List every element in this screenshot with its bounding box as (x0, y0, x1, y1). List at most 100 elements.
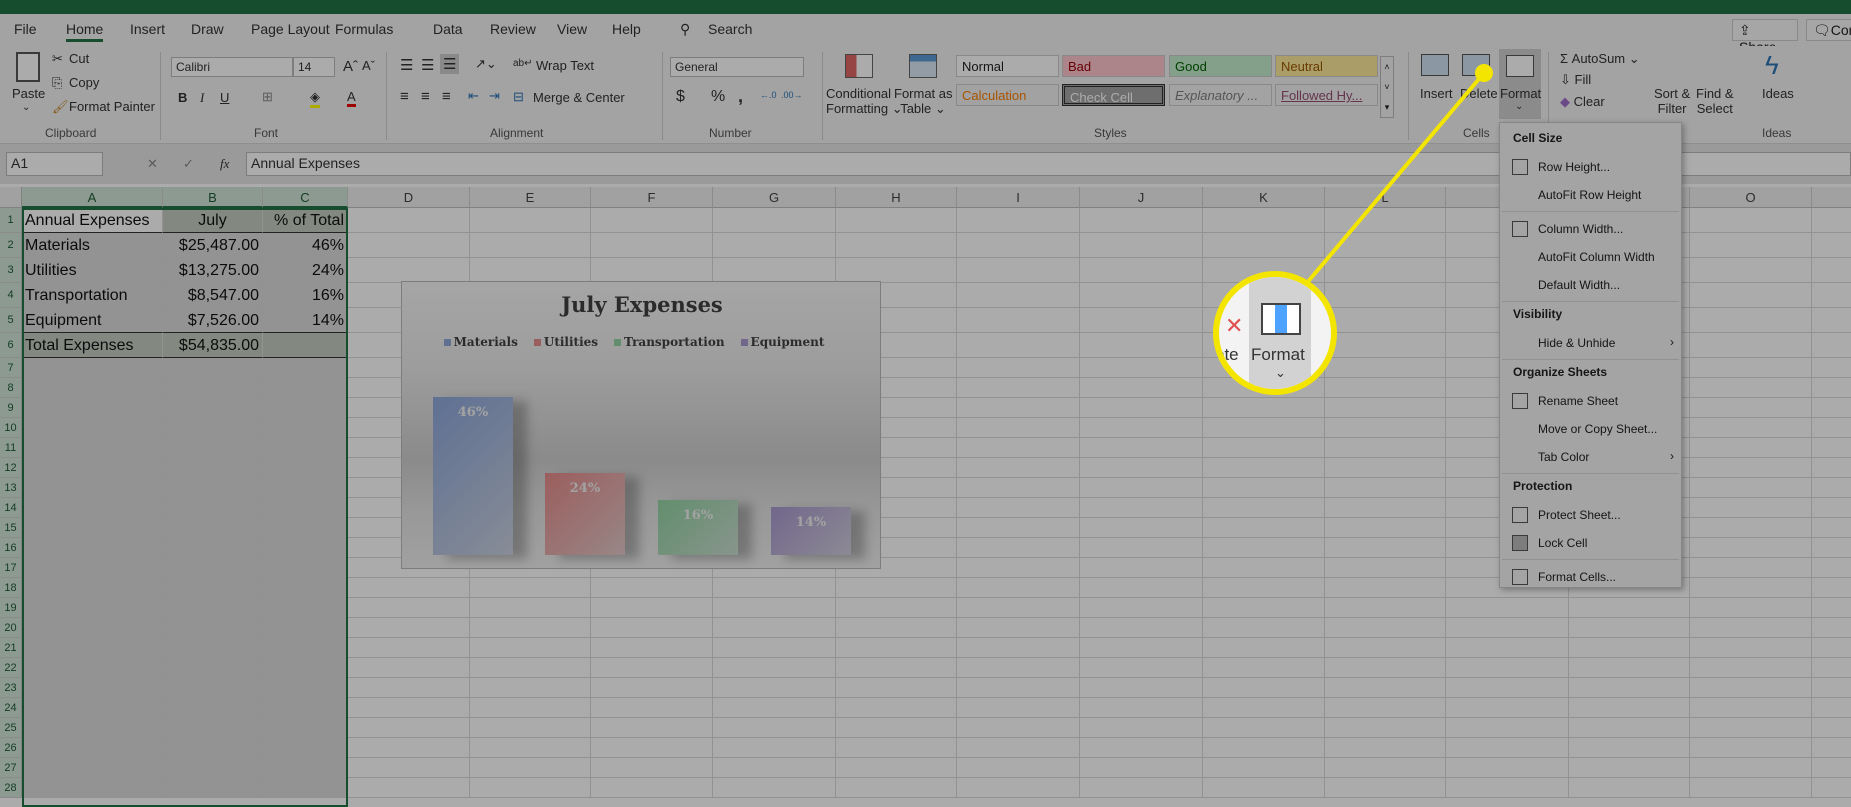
cell[interactable] (470, 258, 591, 283)
cell[interactable] (1203, 678, 1325, 698)
cell[interactable] (1080, 738, 1203, 758)
cell[interactable] (1569, 678, 1690, 698)
cell[interactable] (713, 258, 836, 283)
cell[interactable] (1203, 658, 1325, 678)
cell[interactable] (22, 758, 163, 778)
cell[interactable] (1690, 458, 1812, 478)
cell[interactable] (1812, 438, 1851, 458)
cell[interactable] (1325, 258, 1446, 283)
cell[interactable] (22, 658, 163, 678)
cell[interactable] (591, 618, 713, 638)
cell[interactable] (1690, 638, 1812, 658)
cell[interactable] (1446, 638, 1569, 658)
cell[interactable] (1569, 598, 1690, 618)
format-button[interactable]: Format ⌄ (1499, 49, 1541, 119)
cell[interactable] (1080, 283, 1203, 308)
cell[interactable] (1690, 308, 1812, 333)
cell[interactable] (1203, 698, 1325, 718)
cell[interactable] (591, 718, 713, 738)
menu-item-autofit-row-height[interactable]: AutoFit Row Height (1502, 181, 1679, 209)
cell[interactable] (1812, 458, 1851, 478)
row-header[interactable]: 8 (0, 378, 22, 398)
cell[interactable] (1569, 778, 1690, 798)
row-header[interactable]: 18 (0, 578, 22, 598)
increase-font-icon[interactable]: Aˆ (343, 58, 358, 75)
cell[interactable] (348, 658, 470, 678)
cell[interactable] (163, 658, 263, 678)
cell[interactable] (163, 518, 263, 538)
cell[interactable] (1325, 738, 1446, 758)
column-header-g[interactable]: G (713, 187, 836, 208)
cell[interactable] (470, 658, 591, 678)
cell[interactable] (163, 478, 263, 498)
cell[interactable] (1812, 518, 1851, 538)
cell[interactable] (348, 598, 470, 618)
comma-button[interactable]: , (738, 86, 743, 107)
cell[interactable] (1325, 358, 1446, 378)
cell[interactable] (22, 538, 163, 558)
cell[interactable] (1325, 578, 1446, 598)
row-header[interactable]: 28 (0, 778, 22, 798)
row-header[interactable]: 13 (0, 478, 22, 498)
paste-button[interactable]: Paste (12, 86, 45, 101)
cell[interactable] (1080, 658, 1203, 678)
cell[interactable] (1080, 598, 1203, 618)
cell[interactable] (836, 738, 957, 758)
cell[interactable] (1812, 308, 1851, 333)
cell[interactable] (836, 778, 957, 798)
cell-style-normal[interactable]: Normal (956, 55, 1059, 77)
cell[interactable] (22, 678, 163, 698)
delete-button[interactable]: Delete (1460, 86, 1498, 101)
cell[interactable] (1080, 578, 1203, 598)
cell[interactable] (1080, 718, 1203, 738)
cell[interactable] (957, 598, 1080, 618)
cell[interactable] (1690, 738, 1812, 758)
cell[interactable] (22, 518, 163, 538)
cell[interactable] (263, 333, 348, 358)
copy-button[interactable]: Copy (69, 75, 99, 90)
column-header-a[interactable]: A (22, 187, 163, 208)
cell[interactable]: % of Total (263, 208, 348, 233)
cell[interactable] (957, 538, 1080, 558)
cell[interactable] (263, 458, 348, 478)
column-header-e[interactable]: E (470, 187, 591, 208)
cell[interactable] (1690, 718, 1812, 738)
cell[interactable] (1569, 658, 1690, 678)
cell[interactable] (1203, 208, 1325, 233)
cell[interactable] (263, 598, 348, 618)
cell[interactable] (591, 598, 713, 618)
menu-item-column-width[interactable]: Column Width... (1502, 215, 1679, 243)
cell[interactable] (470, 778, 591, 798)
cell[interactable] (1080, 208, 1203, 233)
cell[interactable] (263, 718, 348, 738)
format-as-table-button[interactable]: Format as Table ⌄ (894, 86, 953, 117)
column-header-k[interactable]: K (1203, 187, 1325, 208)
cell[interactable] (1325, 418, 1446, 438)
cell[interactable] (836, 208, 957, 233)
cell[interactable]: 14% (263, 308, 348, 333)
cell[interactable] (836, 258, 957, 283)
cell[interactable] (836, 658, 957, 678)
cell[interactable] (713, 738, 836, 758)
cell[interactable] (1325, 498, 1446, 518)
cell[interactable] (957, 398, 1080, 418)
cell[interactable] (1812, 498, 1851, 518)
cell[interactable] (22, 618, 163, 638)
cell[interactable] (1446, 778, 1569, 798)
cell[interactable] (263, 518, 348, 538)
cell[interactable] (1325, 333, 1446, 358)
cell[interactable] (1690, 518, 1812, 538)
cell[interactable] (713, 638, 836, 658)
percent-button[interactable]: % (711, 88, 725, 106)
cell[interactable] (1812, 738, 1851, 758)
cell[interactable] (957, 308, 1080, 333)
search-icon[interactable]: ⚲ (680, 21, 690, 38)
cell[interactable] (1080, 638, 1203, 658)
menu-item-move-or-copy-sheet[interactable]: Move or Copy Sheet... (1502, 415, 1679, 443)
cell[interactable] (263, 578, 348, 598)
cell[interactable] (1325, 233, 1446, 258)
cell[interactable] (1080, 778, 1203, 798)
cell[interactable] (263, 378, 348, 398)
autosum-button[interactable]: Σ AutoSum ⌄ (1560, 51, 1640, 67)
cell[interactable] (1203, 538, 1325, 558)
